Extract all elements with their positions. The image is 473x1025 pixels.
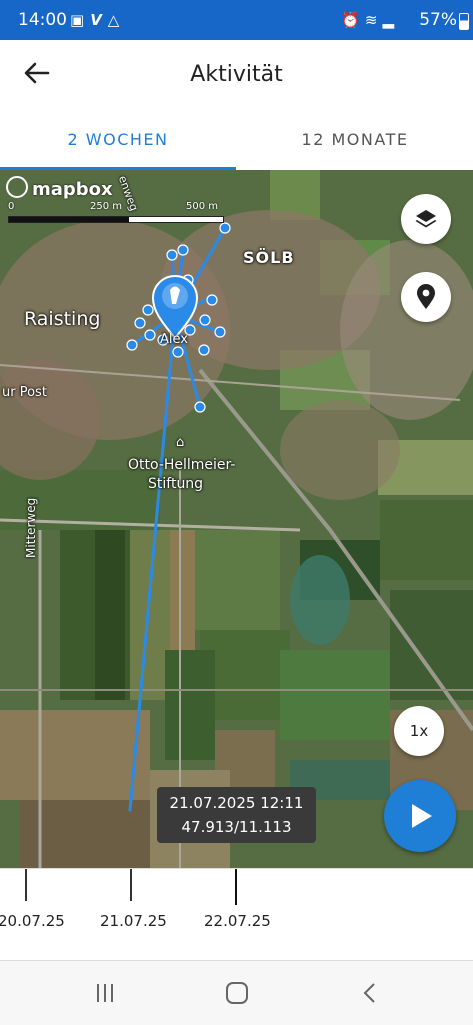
- drive-icon: △: [107, 11, 126, 29]
- place-label-soelb: SÖLB: [243, 248, 295, 267]
- status-left-icons: ▣V△: [70, 11, 125, 29]
- mapbox-attribution[interactable]: mapbox: [6, 176, 113, 200]
- tab-2-wochen[interactable]: 2 WOCHEN: [0, 130, 236, 149]
- place-label-stiftung-1: Otto-Hellmeier-: [128, 457, 236, 473]
- poi-icon: ⌂: [176, 435, 185, 450]
- recent-apps-icon: [97, 984, 113, 1002]
- place-label-raisting: Raisting: [24, 308, 101, 330]
- timeline-slider[interactable]: 20.07.25 21.07.25 22.07.25: [0, 868, 473, 961]
- mapbox-logo-icon: [6, 176, 28, 198]
- status-time: 14:00: [18, 10, 67, 30]
- layers-button[interactable]: [401, 194, 451, 244]
- location-button[interactable]: [401, 272, 451, 322]
- tooltip-datetime: 21.07.2025 12:11: [169, 794, 304, 812]
- app-header: Aktivität: [0, 40, 473, 112]
- scale-label-500: 500 m: [186, 201, 219, 212]
- play-button[interactable]: [384, 780, 456, 852]
- battery-icon: [459, 13, 469, 30]
- satellite-imagery: [0, 170, 473, 868]
- scale-label-0: 0: [8, 201, 15, 212]
- battery-level: 57%: [419, 10, 457, 30]
- map-view[interactable]: mapbox 0 250 m 500 m SÖLB Raisting ur Po…: [0, 170, 473, 868]
- nav-back-button[interactable]: [340, 975, 400, 1011]
- recent-apps-button[interactable]: [75, 975, 135, 1011]
- alarm-icon: ⏰: [341, 11, 365, 29]
- timeline-label-22: 22.07.25: [204, 912, 271, 930]
- location-pin-icon: [417, 284, 435, 309]
- back-icon: [363, 983, 375, 1003]
- playback-speed-button[interactable]: 1x: [394, 706, 444, 756]
- timeline-tick-current: [235, 869, 237, 905]
- home-icon: [226, 982, 248, 1004]
- layers-icon: [415, 210, 437, 228]
- timeline-tick: [25, 869, 27, 901]
- image-icon: ▣: [70, 11, 91, 29]
- mapbox-label: mapbox: [32, 179, 113, 200]
- tooltip-coords: 47.913/11.113: [181, 818, 292, 836]
- scale-label-250: 250 m: [90, 201, 123, 212]
- home-button[interactable]: [207, 975, 267, 1011]
- v-icon: V: [90, 11, 108, 29]
- status-bar: 14:00 ▣V△ ⏰≋▂ 57%: [0, 0, 473, 40]
- timeline-label-21: 21.07.25: [100, 912, 167, 930]
- position-tooltip: 21.07.2025 12:11 47.913/11.113: [157, 787, 316, 843]
- track-marker-label: Alex: [160, 332, 188, 347]
- timeline-label-20: 20.07.25: [0, 912, 65, 930]
- tab-bar: 2 WOCHEN 12 MONATE: [0, 112, 473, 170]
- play-icon: [412, 804, 432, 828]
- tab-12-monate[interactable]: 12 MONATE: [237, 130, 473, 149]
- place-label-stiftung-2: Stiftung: [148, 476, 204, 492]
- map-scale: 0 250 m 500 m: [8, 201, 224, 223]
- system-nav-bar: [0, 960, 473, 1025]
- scale-bar: [8, 216, 224, 223]
- signal-icon: ▂: [382, 11, 399, 29]
- wifi-icon: ≋: [364, 11, 383, 29]
- page-title: Aktivität: [190, 62, 283, 87]
- place-label-post: ur Post: [2, 385, 47, 400]
- timeline-tick: [130, 869, 132, 901]
- status-right-icons: ⏰≋▂: [341, 11, 399, 29]
- street-label-mitterweg: Mitterweg: [24, 497, 38, 558]
